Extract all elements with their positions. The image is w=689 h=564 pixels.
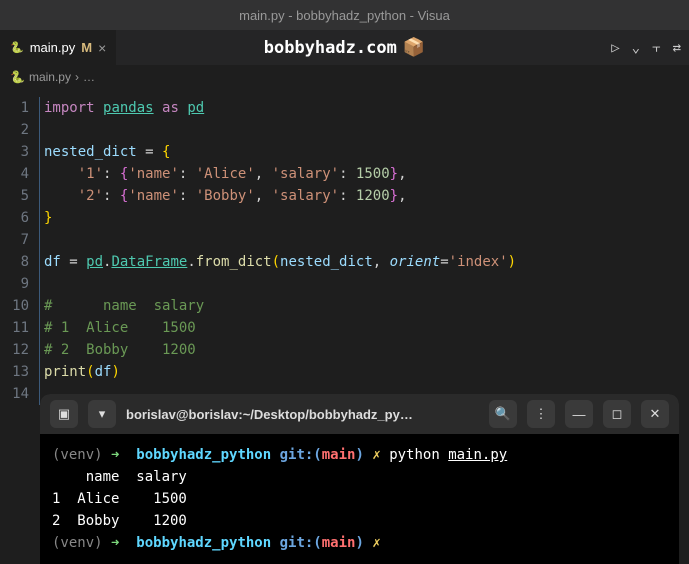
chevron-down-icon[interactable]: ⌄ (632, 40, 640, 56)
close-icon[interactable]: × (98, 40, 106, 56)
line-number: 8 (0, 251, 29, 273)
code-line (39, 229, 689, 251)
menu-icon[interactable]: ⋮ (527, 400, 555, 428)
terminal-title: borislav@borislav:~/Desktop/bobbyhadz_py… (126, 407, 479, 422)
code-line: '2': {'name': 'Bobby', 'salary': 1200}, (39, 185, 689, 207)
split-icon[interactable]: ⫟ (652, 40, 660, 56)
window-title-bar: main.py - bobbyhadz_python - Visua (0, 0, 689, 30)
brand-text: bobbyhadz.com (264, 38, 397, 58)
code-line: '1': {'name': 'Alice', 'salary': 1500}, (39, 163, 689, 185)
python-file-icon: 🐍 (10, 70, 25, 84)
new-tab-button[interactable]: ▣ (50, 400, 78, 428)
code-area[interactable]: import pandas as pd nested_dict = { '1':… (35, 89, 689, 413)
editor-actions: ▷ ⌄ ⫟ ⇄ (611, 40, 681, 56)
terminal-output: name salary (52, 466, 667, 488)
terminal-panel: ▣ ▾ borislav@borislav:~/Desktop/bobbyhad… (40, 394, 679, 564)
minimize-icon[interactable]: — (565, 400, 593, 428)
terminal-header: ▣ ▾ borislav@borislav:~/Desktop/bobbyhad… (40, 394, 679, 434)
code-line: # name salary (39, 295, 689, 317)
tab-main-py[interactable]: 🐍 main.py M × (0, 30, 116, 65)
code-line (39, 273, 689, 295)
code-line: df = pd.DataFrame.from_dict(nested_dict,… (39, 251, 689, 273)
code-line: } (39, 207, 689, 229)
line-number: 11 (0, 317, 29, 339)
breadcrumb-file: main.py (29, 70, 71, 84)
maximize-icon[interactable]: ◻ (603, 400, 631, 428)
terminal-body[interactable]: (venv) ➜ bobbyhadz_python git:(main) ✗ p… (40, 434, 679, 564)
code-line (39, 119, 689, 141)
window-title: main.py - bobbyhadz_python - Visua (239, 8, 450, 23)
line-number: 10 (0, 295, 29, 317)
tab-filename: main.py (30, 40, 76, 55)
breadcrumb-more: … (83, 70, 95, 84)
code-editor[interactable]: 1 2 3 4 5 6 7 8 9 10 11 12 13 14 import … (0, 89, 689, 413)
line-number: 9 (0, 273, 29, 295)
terminal-line: (venv) ➜ bobbyhadz_python git:(main) ✗ (52, 532, 667, 554)
python-file-icon: 🐍 (10, 41, 24, 54)
tab-bar: 🐍 main.py M × bobbyhadz.com 📦 ▷ ⌄ ⫟ ⇄ (0, 30, 689, 65)
search-icon[interactable]: 🔍 (489, 400, 517, 428)
code-line: print(df) (39, 361, 689, 383)
close-icon[interactable]: ✕ (641, 400, 669, 428)
line-number: 6 (0, 207, 29, 229)
line-number: 3 (0, 141, 29, 163)
line-number: 13 (0, 361, 29, 383)
line-number: 7 (0, 229, 29, 251)
line-number: 12 (0, 339, 29, 361)
line-number: 4 (0, 163, 29, 185)
run-icon[interactable]: ▷ (611, 40, 619, 56)
line-number: 2 (0, 119, 29, 141)
line-number: 14 (0, 383, 29, 405)
cube-icon: 📦 (403, 37, 425, 58)
code-line: import pandas as pd (39, 97, 689, 119)
terminal-line: (venv) ➜ bobbyhadz_python git:(main) ✗ p… (52, 444, 667, 466)
breadcrumb[interactable]: 🐍 main.py › … (0, 65, 689, 89)
terminal-output: 2 Bobby 1200 (52, 510, 667, 532)
brand-overlay: bobbyhadz.com 📦 (264, 37, 425, 58)
code-line: nested_dict = { (39, 141, 689, 163)
line-number: 1 (0, 97, 29, 119)
modified-indicator: M (81, 40, 92, 55)
terminal-output: 1 Alice 1500 (52, 488, 667, 510)
code-line: # 1 Alice 1500 (39, 317, 689, 339)
line-number: 5 (0, 185, 29, 207)
code-line: # 2 Bobby 1200 (39, 339, 689, 361)
breadcrumb-sep: › (75, 70, 79, 84)
line-gutter: 1 2 3 4 5 6 7 8 9 10 11 12 13 14 (0, 89, 35, 413)
dropdown-button[interactable]: ▾ (88, 400, 116, 428)
diff-icon[interactable]: ⇄ (673, 40, 681, 56)
